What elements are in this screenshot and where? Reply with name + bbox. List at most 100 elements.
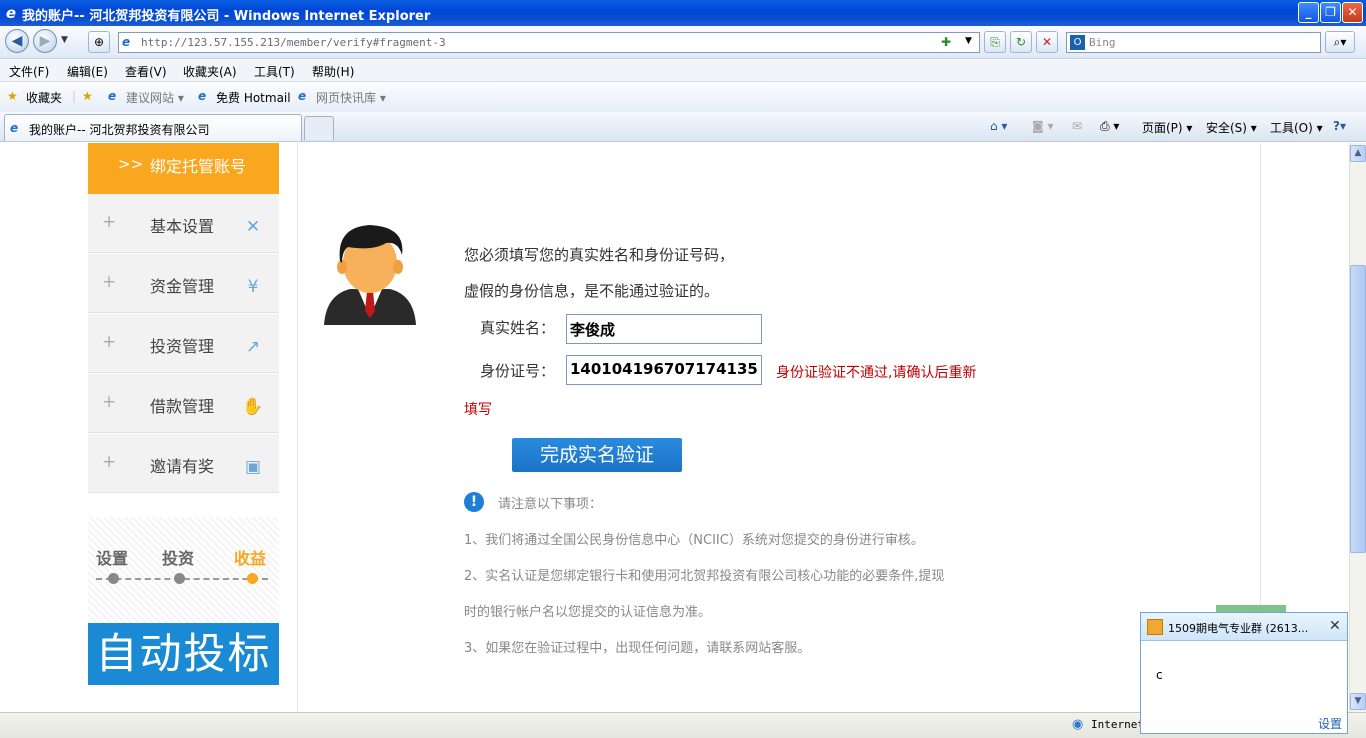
ie-page-icon: e (298, 89, 307, 103)
sidebar-item-funds[interactable]: + 资金管理 ¥ (88, 254, 279, 313)
search-icon[interactable]: ⌕▾ (1325, 31, 1355, 53)
scroll-up-icon[interactable]: ▲ (1350, 145, 1366, 162)
name-label: 真实姓名： (480, 319, 556, 337)
intro-line-2: 虚假的身份信息，是不能通过验证的。 (464, 282, 720, 300)
add-to-favorites-bar-icon[interactable]: ★ (82, 89, 93, 103)
maximize-button[interactable]: ❐ (1320, 2, 1341, 23)
menu-favorites[interactable]: 收藏夹(A) (183, 63, 237, 80)
plus-icon: + (102, 392, 117, 412)
sidebar-item-label: 资金管理 (150, 277, 215, 296)
note-item-3: 3、如果您在验证过程中，出现任何问题，请联系网站客服。 (464, 641, 811, 656)
address-toolbar: ◀ ▶ ▼ ⊕ e http://123.57.155.213/member/v… (0, 26, 1366, 59)
tools-icon: ✕ (245, 217, 261, 237)
menu-help[interactable]: 帮助(H) (312, 63, 354, 80)
tab-bar: e 我的账户-- 河北贺邦投资有限公司 ⌂ ▾ ◙ ▾ ✉ ⎙ ▾ 页面(P) … (0, 112, 1366, 142)
close-icon[interactable]: ✕ (1329, 618, 1341, 634)
complete-verification-button[interactable]: 完成实名验证 (512, 438, 682, 472)
minimize-button[interactable]: _ (1298, 2, 1319, 23)
qq-message-popup[interactable]: 1509期电气专业群 (2613... ✕ c 设置 (1140, 612, 1348, 734)
feeds-icon[interactable]: ◙ ▾ (1032, 119, 1053, 133)
security-zone: Internet (1091, 718, 1144, 731)
sidebar-item-label: 借款管理 (150, 397, 215, 416)
step-dot (174, 573, 185, 584)
refresh-icon[interactable]: ↻ (1010, 31, 1032, 53)
promo-banner-text: 自动投标 (88, 623, 279, 685)
sidebar-item-investment[interactable]: + 投资管理 ↗ (88, 314, 279, 373)
search-provider-icon: O (1070, 35, 1085, 50)
url-text: http://123.57.155.213/member/verify#frag… (141, 36, 446, 49)
history-dropdown-icon[interactable]: ▼ (61, 35, 68, 45)
url-field[interactable]: e http://123.57.155.213/member/verify#fr… (118, 32, 980, 53)
help-icon[interactable]: ?▾ (1333, 119, 1346, 133)
auto-bid-banner[interactable]: 设置 投资 收益 自动投标 (88, 517, 279, 685)
sidebar-item-label: 投资管理 (150, 337, 215, 356)
search-placeholder: Bing (1089, 36, 1116, 49)
home-icon[interactable]: ⌂ ▾ (990, 119, 1007, 133)
ie-page-icon: e (198, 89, 207, 103)
note-item-2: 2、实名认证是您绑定银行卡和使用河北贺邦投资有限公司核心功能的必要条件,提现 (464, 569, 945, 584)
menu-bar: 文件(F) 编辑(E) 查看(V) 收藏夹(A) 工具(T) 帮助(H) (0, 60, 1366, 82)
stop-icon[interactable]: ✕ (1036, 31, 1058, 53)
sidebar-item-bind-account[interactable]: >> 绑定托管账号 (88, 143, 279, 194)
hotmail-link[interactable]: 免费 Hotmail (216, 89, 291, 106)
popup-message: c (1156, 668, 1163, 682)
mail-icon[interactable]: ✉ (1072, 119, 1082, 133)
real-name-input[interactable]: 李俊成 (566, 314, 762, 344)
gift-icon: ▣ (244, 457, 262, 477)
id-label: 身份证号： (480, 362, 556, 380)
favorites-bar: ★ 收藏夹 | ★ e 建议网站 ▾ e 免费 Hotmail e 网页快讯库 … (0, 83, 1366, 112)
vertical-scrollbar[interactable]: ▲ ▼ (1349, 143, 1366, 712)
menu-view[interactable]: 查看(V) (125, 63, 167, 80)
rss-check-icon[interactable]: ⎘ (984, 31, 1006, 53)
scroll-thumb[interactable] (1350, 265, 1366, 553)
back-button[interactable]: ◀ (5, 29, 29, 53)
ie-page-icon: e (108, 89, 117, 103)
plus-icon: + (102, 272, 117, 292)
close-button[interactable]: ✕ (1342, 2, 1363, 23)
step-dot-active (247, 573, 258, 584)
popup-settings-link[interactable]: 设置 (1318, 715, 1342, 732)
chevron-right-icon: >> (118, 155, 144, 173)
tab-active[interactable]: e 我的账户-- 河北贺邦投资有限公司 (4, 114, 302, 141)
sidebar-item-loans[interactable]: + 借款管理 ✋ (88, 374, 279, 433)
compatibility-icon[interactable]: ✚ (941, 35, 951, 49)
step-setup: 设置 (96, 549, 129, 568)
plus-icon: + (102, 452, 117, 472)
page-menu[interactable]: 页面(P) ▾ (1142, 119, 1192, 136)
hand-icon: ✋ (242, 397, 264, 417)
intro-line-1: 您必须填写您的真实姓名和身份证号码， (464, 246, 735, 264)
menu-file[interactable]: 文件(F) (9, 63, 49, 80)
forward-button[interactable]: ▶ (33, 29, 57, 53)
window-title-bar[interactable]: e 我的账户-- 河北贺邦投资有限公司 - Windows Internet E… (0, 0, 1366, 26)
notes-heading: 请注意以下事项： (498, 497, 603, 512)
divider (297, 143, 298, 712)
web-slice-link[interactable]: 网页快讯库 ▾ (316, 89, 386, 106)
sidebar-item-basic-settings[interactable]: + 基本设置 ✕ (88, 194, 279, 253)
add-favorite-icon[interactable]: ⊕ (88, 31, 110, 53)
menu-edit[interactable]: 编辑(E) (67, 63, 108, 80)
tools-menu[interactable]: 工具(O) ▾ (1270, 119, 1323, 136)
scroll-down-icon[interactable]: ▼ (1350, 693, 1366, 710)
safety-menu[interactable]: 安全(S) ▾ (1206, 119, 1257, 136)
print-icon[interactable]: ⎙ ▾ (1100, 119, 1119, 134)
ie-page-icon: e (10, 121, 19, 135)
sidebar-item-label: 邀请有奖 (150, 457, 215, 476)
id-number-input[interactable]: 140104196707174135 (566, 355, 762, 385)
promo-steps: 设置 投资 收益 (88, 517, 279, 623)
tab-title: 我的账户-- 河北贺邦投资有限公司 (29, 123, 210, 137)
step-invest: 投资 (162, 549, 195, 568)
popup-header: 1509期电气专业群 (2613... ✕ (1141, 613, 1347, 641)
favorites-button[interactable]: 收藏夹 (26, 89, 62, 106)
sidebar-item-invite[interactable]: + 邀请有奖 ▣ (88, 434, 279, 493)
plus-icon: + (102, 332, 117, 352)
menu-tools[interactable]: 工具(T) (254, 63, 295, 80)
note-item-2-cont: 时的银行帐户名以您提交的认证信息为准。 (464, 605, 712, 620)
suggested-sites-link[interactable]: 建议网站 ▾ (126, 89, 184, 106)
info-icon: ! (464, 492, 484, 512)
yen-icon: ¥ (247, 277, 259, 297)
star-icon: ★ (7, 89, 18, 103)
url-dropdown-icon[interactable]: ▼ (965, 36, 972, 46)
new-tab-button[interactable] (304, 116, 334, 140)
search-input[interactable]: O Bing (1066, 32, 1321, 53)
chart-icon: ↗ (245, 337, 261, 357)
